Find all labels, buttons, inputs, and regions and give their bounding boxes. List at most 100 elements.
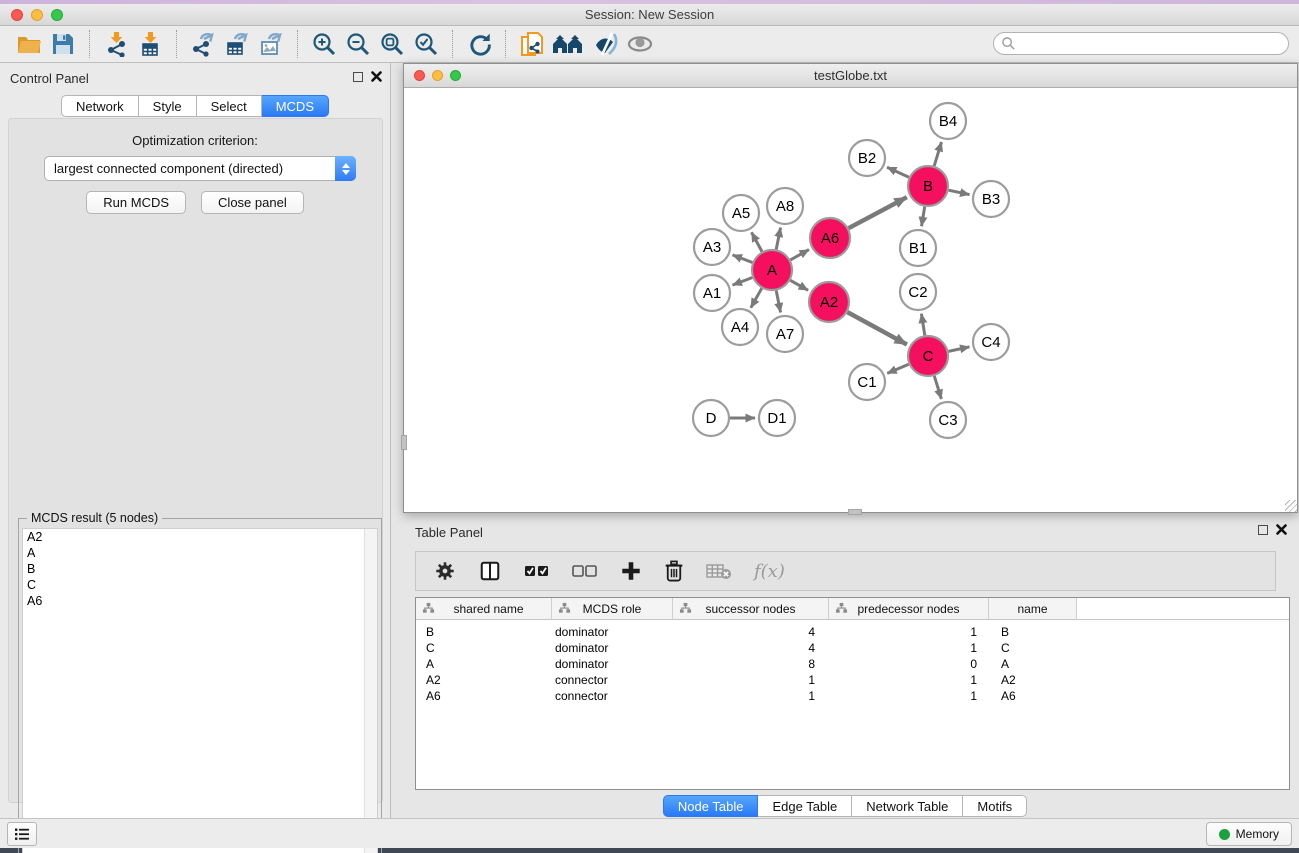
import-network-icon[interactable] <box>99 29 133 59</box>
graph-node-B3[interactable]: B3 <box>973 181 1009 217</box>
cell-name[interactable]: B <box>989 625 1077 639</box>
graph-node-A7[interactable]: A7 <box>767 316 803 352</box>
graph-edge[interactable] <box>934 376 941 399</box>
graph-edge[interactable] <box>733 255 753 263</box>
hide-selected-icon[interactable] <box>589 29 623 59</box>
graph-node-C3[interactable]: C3 <box>930 402 966 438</box>
graph-edge[interactable] <box>922 207 925 227</box>
first-neighbors-icon[interactable] <box>549 29 589 59</box>
graph-edge[interactable] <box>752 232 763 251</box>
tab-network[interactable]: Network <box>61 95 139 117</box>
save-session-icon[interactable] <box>46 29 80 59</box>
list-item[interactable]: B <box>23 561 377 577</box>
table-row[interactable]: A6 connector 1 1 A6 <box>416 688 1289 704</box>
graph-node-C2[interactable]: C2 <box>900 274 936 310</box>
list-item[interactable]: A2 <box>23 529 377 545</box>
vertical-scroll-thumb[interactable] <box>401 435 407 450</box>
import-table-icon[interactable] <box>133 29 167 59</box>
graph-edge[interactable] <box>733 278 753 286</box>
graph-node-B2[interactable]: B2 <box>849 140 885 176</box>
cell-shared-name[interactable]: A <box>416 657 552 671</box>
deselect-all-rows-icon[interactable] <box>572 563 598 579</box>
zoom-fit-icon[interactable] <box>375 29 409 59</box>
show-column-icon[interactable] <box>478 560 502 582</box>
resize-grip[interactable] <box>1285 500 1297 512</box>
tab-motifs[interactable]: Motifs <box>963 795 1027 817</box>
graph-edge[interactable] <box>790 280 808 290</box>
graph-edge[interactable] <box>847 312 907 344</box>
graph-edge[interactable] <box>934 142 941 166</box>
cell-predecessor-nodes[interactable]: 0 <box>829 657 989 671</box>
toolbar-search[interactable] <box>993 32 1289 55</box>
graph-edge[interactable] <box>849 197 907 228</box>
graph-node-C1[interactable]: C1 <box>849 364 885 400</box>
tab-node-table[interactable]: Node Table <box>663 795 759 817</box>
column-header-mcds-role[interactable]: MCDS role <box>552 598 673 620</box>
graph-edge[interactable] <box>949 347 970 352</box>
table-row[interactable]: C dominator 4 1 C <box>416 640 1289 656</box>
table-row[interactable]: A dominator 8 0 A <box>416 656 1289 672</box>
network-window-titlebar[interactable]: testGlobe.txt <box>404 64 1297 88</box>
graph-edge[interactable] <box>790 250 809 260</box>
node-table[interactable]: shared name MCDS role successor nodes pr… <box>415 597 1290 790</box>
graph-node-A6[interactable]: A6 <box>810 218 850 258</box>
graph-node-C4[interactable]: C4 <box>973 324 1009 360</box>
close-panel-button[interactable]: Close panel <box>201 191 304 214</box>
cell-successor-nodes[interactable]: 1 <box>673 673 829 687</box>
graph-node-D[interactable]: D <box>693 400 729 436</box>
graph-node-C[interactable]: C <box>908 336 948 376</box>
graph-edge[interactable] <box>887 364 909 373</box>
graph-edge[interactable] <box>949 190 970 194</box>
memory-button[interactable]: Memory <box>1206 822 1292 846</box>
graph-edge[interactable] <box>921 314 924 336</box>
cell-successor-nodes[interactable]: 1 <box>673 689 829 703</box>
graph-node-A5[interactable]: A5 <box>723 195 759 231</box>
zoom-in-icon[interactable] <box>307 29 341 59</box>
graph-node-A[interactable]: A <box>752 250 792 290</box>
list-item[interactable]: A6 <box>23 593 377 609</box>
table-row[interactable]: B dominator 4 1 B <box>416 624 1289 640</box>
cell-predecessor-nodes[interactable]: 1 <box>829 625 989 639</box>
show-all-icon[interactable] <box>623 29 657 59</box>
column-header-successor-nodes[interactable]: successor nodes <box>673 598 829 620</box>
add-column-icon[interactable] <box>620 560 642 582</box>
graph-node-A3[interactable]: A3 <box>694 229 730 265</box>
network-canvas[interactable]: B4 B2 B B3 A8 A5 A6 A3 B1 A C2 A1 A2 <box>404 88 1297 512</box>
close-panel-icon[interactable] <box>371 71 382 82</box>
tab-select[interactable]: Select <box>197 95 262 117</box>
column-header-predecessor-nodes[interactable]: predecessor nodes <box>829 598 989 620</box>
tab-style[interactable]: Style <box>139 95 197 117</box>
cell-name[interactable]: A <box>989 657 1077 671</box>
export-image-icon[interactable] <box>254 29 288 59</box>
list-item[interactable]: A <box>23 545 377 561</box>
horizontal-scroll-thumb[interactable] <box>848 509 862 515</box>
zoom-selected-icon[interactable] <box>409 29 443 59</box>
export-table-icon[interactable] <box>220 29 254 59</box>
graph-edge[interactable] <box>776 291 780 313</box>
tab-edge-table[interactable]: Edge Table <box>758 795 852 817</box>
graph-node-A2[interactable]: A2 <box>809 282 849 322</box>
cell-successor-nodes[interactable]: 8 <box>673 657 829 671</box>
show-panels-button[interactable] <box>7 822 37 846</box>
graph-edge[interactable] <box>751 288 762 308</box>
select-all-rows-icon[interactable] <box>524 563 550 579</box>
run-mcds-button[interactable]: Run MCDS <box>86 191 186 214</box>
tab-mcds[interactable]: MCDS <box>262 95 329 117</box>
open-session-icon[interactable] <box>12 29 46 59</box>
cell-successor-nodes[interactable]: 4 <box>673 641 829 655</box>
tab-network-table[interactable]: Network Table <box>852 795 963 817</box>
cell-mcds-role[interactable]: dominator <box>552 657 673 671</box>
table-row[interactable]: A2 connector 1 1 A2 <box>416 672 1289 688</box>
refresh-icon[interactable] <box>462 29 496 59</box>
cell-mcds-role[interactable]: dominator <box>552 641 673 655</box>
cell-shared-name[interactable]: C <box>416 641 552 655</box>
cell-mcds-role[interactable]: dominator <box>552 625 673 639</box>
float-panel-icon[interactable] <box>353 72 363 82</box>
list-item[interactable]: C <box>23 577 377 593</box>
cell-mcds-role[interactable]: connector <box>552 673 673 687</box>
search-input[interactable] <box>1016 37 1288 51</box>
cell-name[interactable]: A6 <box>989 689 1077 703</box>
cell-shared-name[interactable]: B <box>416 625 552 639</box>
cell-successor-nodes[interactable]: 4 <box>673 625 829 639</box>
float-table-panel-icon[interactable] <box>1258 525 1268 535</box>
